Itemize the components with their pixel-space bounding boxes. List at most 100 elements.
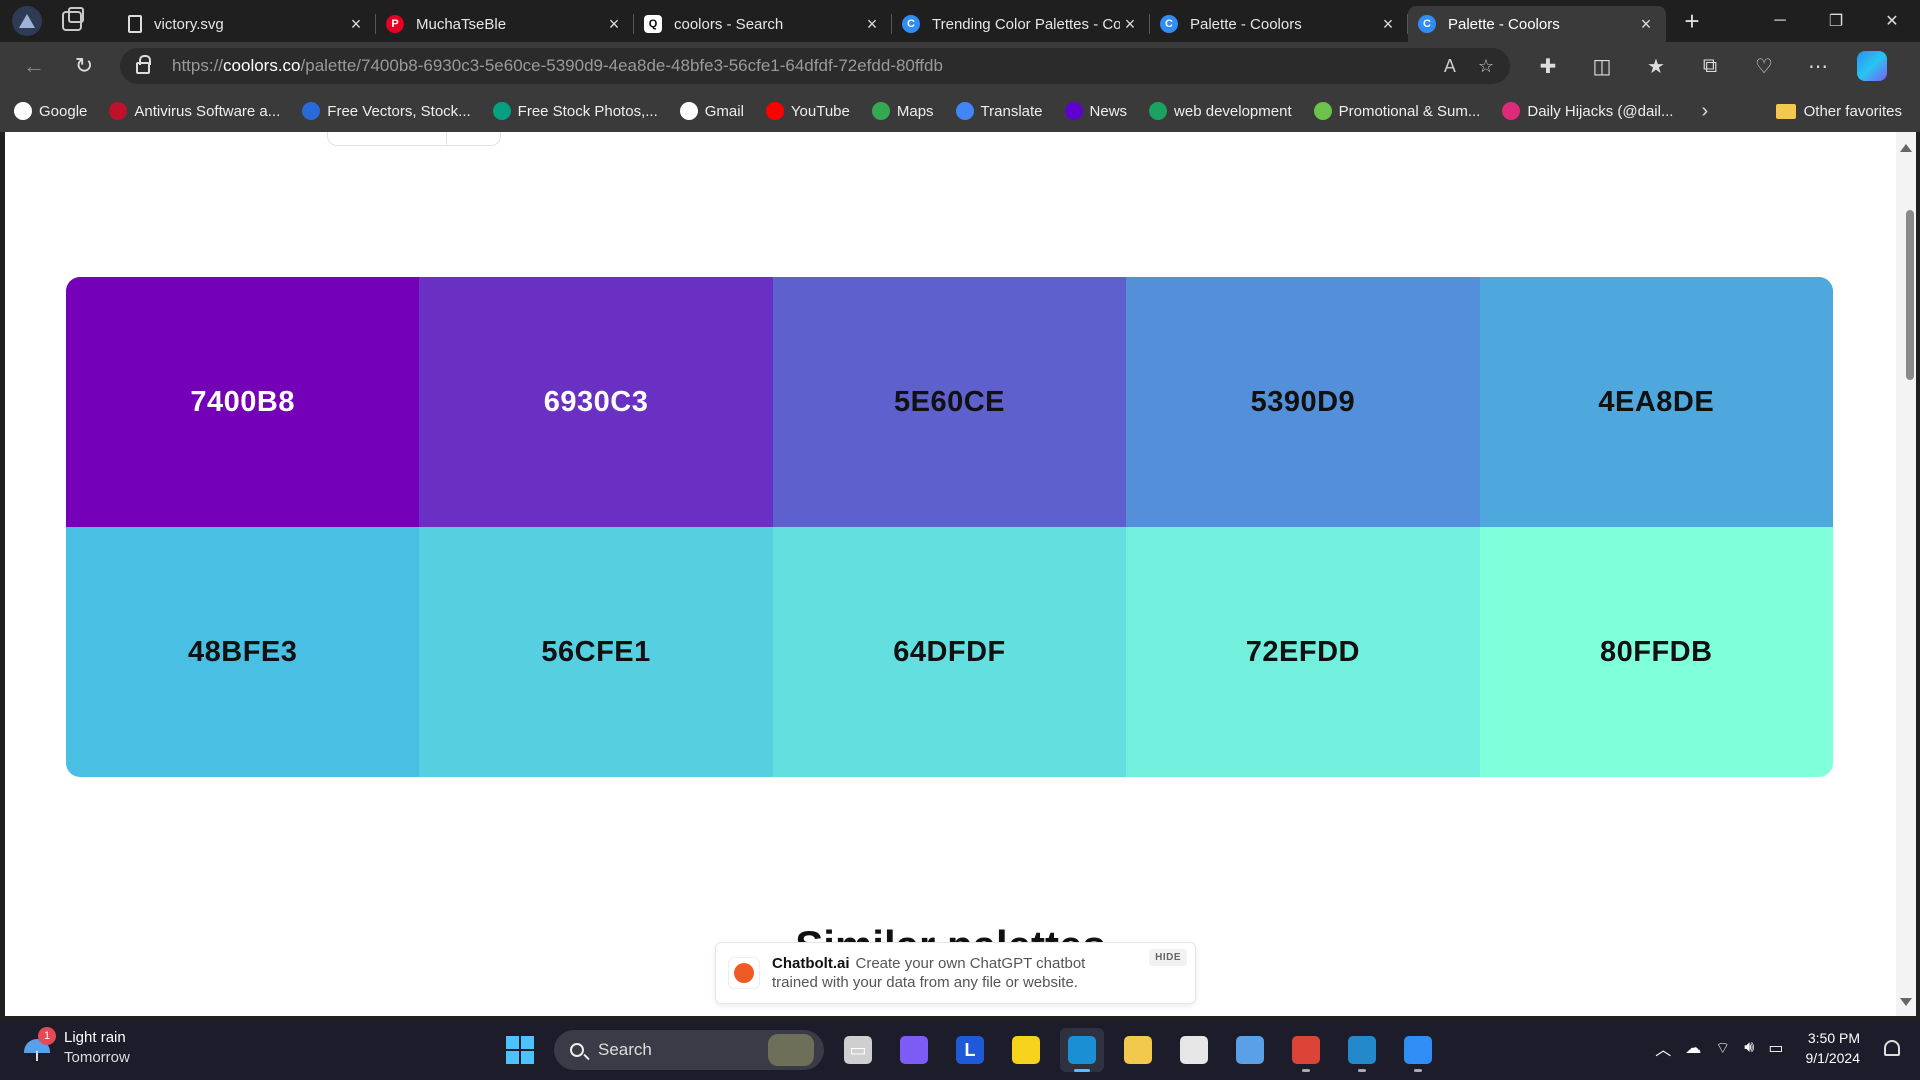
- favorite-star-icon[interactable]: ☆: [1478, 56, 1494, 77]
- running-indicator: [1302, 1069, 1310, 1072]
- color-swatch[interactable]: 80FFDB: [1479, 527, 1833, 777]
- windows-logo-tile: [521, 1051, 534, 1064]
- bookmark-item[interactable]: Translate: [955, 102, 1043, 120]
- close-tab-icon[interactable]: ×: [346, 14, 366, 34]
- taskbar-app-edge[interactable]: [1060, 1028, 1104, 1072]
- browser-essentials-icon[interactable]: ♡: [1744, 48, 1784, 84]
- url-scheme: https://: [172, 56, 224, 75]
- bookmark-item[interactable]: Antivirus Software a...: [109, 102, 280, 120]
- address-bar-actions: A ☆: [1444, 56, 1510, 77]
- browser-tab[interactable]: C Trending Color Palettes - Co ×: [892, 6, 1150, 42]
- clock-time: 3:50 PM: [1807, 1030, 1860, 1046]
- browser-tab[interactable]: C Palette - Coolors ×: [1408, 6, 1666, 42]
- taskbar-app-notepad[interactable]: [1228, 1028, 1272, 1072]
- taskbar-search[interactable]: Search: [554, 1030, 824, 1070]
- bookmark-favicon-icon: [765, 102, 784, 120]
- close-tab-icon[interactable]: ×: [1378, 14, 1398, 34]
- taskbar-app-sticky-notes[interactable]: [1004, 1028, 1048, 1072]
- restore-button[interactable]: ❐: [1808, 0, 1864, 42]
- color-swatch[interactable]: 4EA8DE: [1479, 277, 1833, 527]
- scrollbar-thumb[interactable]: [1906, 210, 1914, 380]
- chatbolt-ad-banner[interactable]: Chatbolt.ai Create your own ChatGPT chatb…: [715, 942, 1196, 1004]
- taskbar-app-paint[interactable]: [1396, 1028, 1440, 1072]
- color-swatch[interactable]: 5390D9: [1126, 277, 1480, 527]
- bookmark-favicon-icon: [1313, 102, 1332, 120]
- bookmark-item[interactable]: Gmail: [679, 102, 744, 120]
- scroll-up-arrow-icon[interactable]: [1900, 144, 1912, 152]
- split-screen-icon[interactable]: ◫: [1582, 48, 1622, 84]
- bookmark-item[interactable]: Promotional & Sum...: [1313, 102, 1480, 120]
- bookmark-item[interactable]: Free Stock Photos,...: [492, 102, 658, 120]
- reload-button[interactable]: ↻: [64, 46, 104, 86]
- extensions-icon[interactable]: ✚: [1528, 48, 1568, 84]
- other-favorites-folder[interactable]: Other favorites: [1775, 103, 1902, 120]
- taskbar-app-l-app[interactable]: L: [948, 1028, 992, 1072]
- taskbar-app-copilot[interactable]: [892, 1028, 936, 1072]
- onedrive-cloud-icon[interactable]: ☁: [1685, 1038, 1701, 1058]
- address-bar[interactable]: https://coolors.co/palette/7400b8-6930c3…: [120, 48, 1510, 84]
- taskbar-app-store[interactable]: [1172, 1028, 1216, 1072]
- color-swatch[interactable]: 56CFE1: [419, 527, 773, 777]
- browser-tab[interactable]: victory.svg ×: [118, 6, 376, 42]
- wifi-icon[interactable]: ⌔: [1715, 1038, 1730, 1058]
- battery-icon[interactable]: ▭: [1768, 1038, 1783, 1058]
- scroll-down-arrow-icon[interactable]: [1900, 998, 1912, 1006]
- taskbar-app-vscode[interactable]: [1340, 1028, 1384, 1072]
- close-window-button[interactable]: ✕: [1864, 0, 1920, 42]
- taskbar-app-file-explorer[interactable]: [1116, 1028, 1160, 1072]
- bookmark-label: Antivirus Software a...: [134, 102, 281, 120]
- favorites-icon[interactable]: ★: [1636, 48, 1676, 84]
- notepad-icon: [1236, 1036, 1264, 1064]
- weather-condition: Light rain: [64, 1029, 126, 1046]
- vscode-icon: [1348, 1036, 1376, 1064]
- swatch-hex-label: 5390D9: [1250, 385, 1356, 418]
- clock[interactable]: 3:50 PM 9/1/2024: [1806, 1028, 1861, 1068]
- bookmark-item[interactable]: YouTube: [765, 102, 850, 120]
- read-aloud-icon[interactable]: A: [1444, 56, 1456, 77]
- minimize-button[interactable]: ─: [1752, 0, 1808, 42]
- copilot-button[interactable]: [1852, 48, 1892, 84]
- weather-widget[interactable]: 1 Light rain Tomorrow: [24, 1027, 130, 1068]
- bookmarks-overflow-chevron-icon[interactable]: ›: [1701, 100, 1731, 123]
- browser-tab[interactable]: P MuchaTseBle ×: [376, 6, 634, 42]
- bookmark-item[interactable]: Daily Hijacks (@dail...: [1502, 102, 1673, 120]
- palette-actions-partial[interactable]: [327, 132, 501, 146]
- collections-icon[interactable]: ⧉: [1690, 48, 1730, 84]
- bookmark-label: Free Stock Photos,...: [517, 102, 658, 120]
- bookmark-item[interactable]: web development: [1149, 102, 1292, 120]
- swatch-hex-label: 56CFE1: [541, 635, 651, 668]
- color-swatch[interactable]: 48BFE3: [66, 527, 420, 777]
- bookmark-item[interactable]: Maps: [871, 102, 934, 120]
- show-hidden-icons-chevron-icon[interactable]: ︿: [1655, 1036, 1671, 1060]
- volume-icon[interactable]: 🔊︎: [1744, 1039, 1754, 1057]
- chrome-icon: [1292, 1036, 1320, 1064]
- new-tab-button[interactable]: +: [1672, 3, 1712, 39]
- ad-hide-button[interactable]: HIDE: [1149, 949, 1187, 966]
- more-menu-icon[interactable]: ⋯: [1798, 48, 1838, 84]
- back-button[interactable]: ←: [14, 46, 54, 86]
- bookmark-favicon-icon: [679, 102, 698, 120]
- start-button[interactable]: [498, 1028, 542, 1072]
- clock-date: 9/1/2024: [1805, 1050, 1861, 1066]
- browser-tab[interactable]: C Palette - Coolors ×: [1150, 6, 1408, 42]
- color-swatch[interactable]: 72EFDD: [1126, 527, 1480, 777]
- url-path: /palette/7400b8-6930c3-5e60ce-5390d9-4ea…: [300, 56, 943, 75]
- close-tab-icon[interactable]: ×: [1636, 14, 1656, 34]
- tab-actions-icon[interactable]: [62, 7, 84, 31]
- bookmark-item[interactable]: Google: [14, 102, 87, 120]
- lock-icon[interactable]: [136, 55, 151, 74]
- notification-bell-icon[interactable]: [1884, 1040, 1900, 1056]
- taskbar-app-chrome[interactable]: [1284, 1028, 1328, 1072]
- color-swatch[interactable]: 6930C3: [419, 277, 773, 527]
- browser-tab[interactable]: Qcoolors - Search ×: [634, 6, 892, 42]
- color-swatch[interactable]: 64DFDF: [772, 527, 1127, 777]
- close-tab-icon[interactable]: ×: [862, 14, 882, 34]
- color-swatch[interactable]: 5E60CE: [772, 277, 1127, 527]
- close-tab-icon[interactable]: ×: [604, 14, 624, 34]
- close-tab-icon[interactable]: ×: [1120, 14, 1140, 34]
- bookmark-item[interactable]: News: [1064, 102, 1127, 120]
- taskbar-app-task-view[interactable]: ▭: [836, 1028, 880, 1072]
- workspaces-icon[interactable]: [12, 6, 42, 36]
- color-swatch[interactable]: 7400B8: [66, 277, 420, 527]
- bookmark-item[interactable]: Free Vectors, Stock...: [302, 102, 471, 120]
